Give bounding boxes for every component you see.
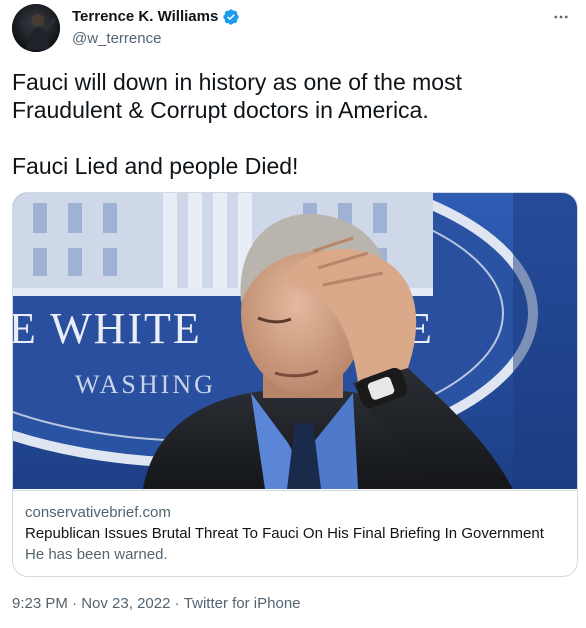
card-image[interactable]: E WHITE E WASHING [13, 193, 577, 489]
tweet-text: Fauci will down in history as one of the… [12, 68, 572, 180]
tweet-text-line: Fauci Lied and people Died! [12, 153, 299, 179]
tweet-time[interactable]: 9:23 PM [12, 594, 68, 614]
link-preview-card[interactable]: E WHITE E WASHING conservativebrief.com … [12, 192, 578, 577]
more-options-button[interactable] [550, 6, 572, 28]
author-display-name[interactable]: Terrence K. Williams [72, 8, 218, 26]
tweet-text-line: Fauci will down in history as one of the… [12, 69, 462, 95]
author-name-row[interactable]: Terrence K. Williams [72, 8, 240, 26]
sign-text: E WHITE [13, 304, 202, 353]
card-description: He has been warned. [25, 546, 168, 563]
avatar-photo [12, 4, 60, 52]
card-domain: conservativebrief.com [25, 504, 171, 521]
tweet-metadata: 9:23 PM · Nov 23, 2022 · Twitter for iPh… [12, 594, 301, 614]
tweet-text-line: Fraudulent & Corrupt doctors in America. [12, 97, 429, 123]
separator-dot: · [67, 595, 82, 612]
sign-text: WASHING [75, 370, 216, 399]
tweet-date[interactable]: Nov 23, 2022 [81, 594, 170, 614]
author-handle[interactable]: @w_terrence [72, 30, 161, 48]
tweet: Terrence K. Williams @w_terrence Fauci w… [0, 0, 586, 628]
card-photo: E WHITE E WASHING [13, 193, 577, 489]
avatar[interactable] [12, 4, 60, 52]
verified-badge-icon [223, 9, 239, 25]
card-title: Republican Issues Brutal Threat To Fauci… [25, 525, 544, 542]
ellipsis-icon [554, 15, 568, 19]
separator-dot: · [170, 595, 184, 612]
tweet-source-link[interactable]: Twitter for iPhone [184, 594, 301, 614]
card-meta[interactable]: conservativebrief.com Republican Issues … [13, 490, 577, 576]
